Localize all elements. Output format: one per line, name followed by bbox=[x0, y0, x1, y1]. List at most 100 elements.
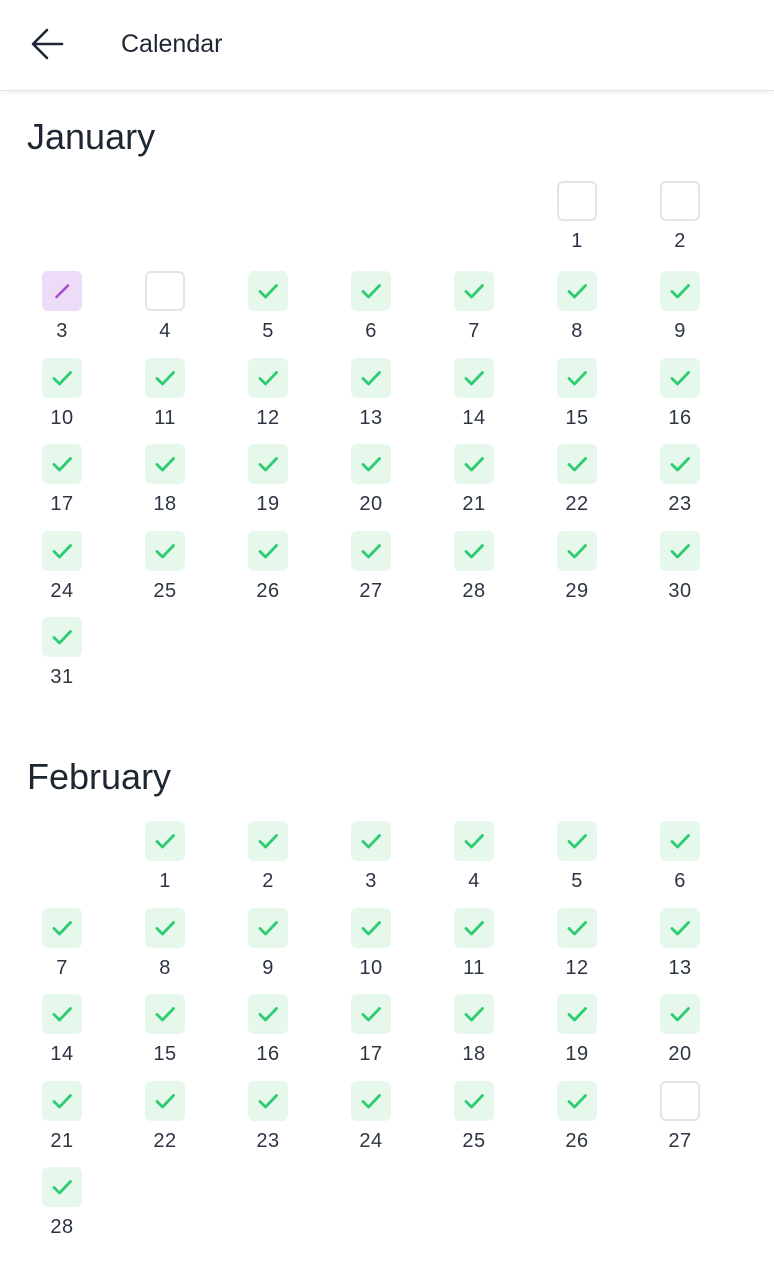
day-cell[interactable]: 30 bbox=[640, 531, 720, 603]
day-cell[interactable]: 4 bbox=[125, 271, 205, 343]
day-cell[interactable]: 15 bbox=[537, 358, 617, 430]
day-status-done[interactable] bbox=[557, 908, 597, 948]
day-cell[interactable]: 4 bbox=[434, 821, 514, 893]
day-cell[interactable]: 11 bbox=[434, 908, 514, 980]
day-status-done[interactable] bbox=[454, 908, 494, 948]
day-status-done[interactable] bbox=[248, 994, 288, 1034]
day-cell[interactable]: 17 bbox=[331, 994, 411, 1066]
day-cell[interactable]: 5 bbox=[228, 271, 308, 343]
day-status-empty[interactable] bbox=[557, 181, 597, 221]
day-cell[interactable]: 22 bbox=[125, 1081, 205, 1153]
day-status-done[interactable] bbox=[42, 994, 82, 1034]
day-status-done[interactable] bbox=[351, 271, 391, 311]
day-cell[interactable]: 7 bbox=[22, 908, 102, 980]
day-cell[interactable]: 7 bbox=[434, 271, 514, 343]
day-cell[interactable]: 16 bbox=[640, 358, 720, 430]
day-status-done[interactable] bbox=[351, 908, 391, 948]
day-cell[interactable]: 11 bbox=[125, 358, 205, 430]
day-cell[interactable]: 6 bbox=[640, 821, 720, 893]
day-status-done[interactable] bbox=[660, 271, 700, 311]
day-cell[interactable]: 22 bbox=[537, 444, 617, 516]
day-cell[interactable]: 1 bbox=[125, 821, 205, 893]
day-cell[interactable]: 9 bbox=[228, 908, 308, 980]
day-status-done[interactable] bbox=[248, 531, 288, 571]
day-cell[interactable]: 27 bbox=[640, 1081, 720, 1153]
day-cell[interactable]: 29 bbox=[537, 531, 617, 603]
day-cell[interactable]: 2 bbox=[228, 821, 308, 893]
back-button[interactable] bbox=[28, 26, 68, 62]
day-status-done[interactable] bbox=[248, 821, 288, 861]
day-status-done[interactable] bbox=[42, 908, 82, 948]
day-status-done[interactable] bbox=[351, 444, 391, 484]
day-status-done[interactable] bbox=[454, 444, 494, 484]
day-status-empty[interactable] bbox=[145, 271, 185, 311]
day-status-done[interactable] bbox=[145, 531, 185, 571]
day-status-done[interactable] bbox=[660, 821, 700, 861]
day-status-done[interactable] bbox=[248, 1081, 288, 1121]
day-status-done[interactable] bbox=[557, 1081, 597, 1121]
day-cell[interactable]: 26 bbox=[228, 531, 308, 603]
day-cell[interactable]: 26 bbox=[537, 1081, 617, 1153]
day-status-done[interactable] bbox=[351, 821, 391, 861]
day-status-done[interactable] bbox=[660, 531, 700, 571]
day-cell[interactable]: 13 bbox=[640, 908, 720, 980]
day-cell[interactable]: 14 bbox=[22, 994, 102, 1066]
day-cell[interactable]: 27 bbox=[331, 531, 411, 603]
day-cell[interactable]: 8 bbox=[125, 908, 205, 980]
day-status-done[interactable] bbox=[145, 821, 185, 861]
day-status-done[interactable] bbox=[248, 271, 288, 311]
day-status-done[interactable] bbox=[557, 994, 597, 1034]
day-status-done[interactable] bbox=[351, 994, 391, 1034]
day-cell[interactable]: 15 bbox=[125, 994, 205, 1066]
day-status-done[interactable] bbox=[42, 358, 82, 398]
day-cell[interactable]: 20 bbox=[331, 444, 411, 516]
day-status-done[interactable] bbox=[454, 994, 494, 1034]
day-cell[interactable]: 3 bbox=[331, 821, 411, 893]
day-cell[interactable]: 5 bbox=[537, 821, 617, 893]
day-cell[interactable]: 20 bbox=[640, 994, 720, 1066]
day-status-done[interactable] bbox=[660, 994, 700, 1034]
day-cell[interactable]: 24 bbox=[22, 531, 102, 603]
day-cell[interactable]: 21 bbox=[22, 1081, 102, 1153]
day-status-done[interactable] bbox=[248, 358, 288, 398]
day-cell[interactable]: 8 bbox=[537, 271, 617, 343]
day-cell[interactable]: 1 bbox=[537, 181, 617, 253]
day-cell[interactable]: 25 bbox=[434, 1081, 514, 1153]
day-cell[interactable]: 2 bbox=[640, 181, 720, 253]
day-status-done[interactable] bbox=[145, 358, 185, 398]
day-cell[interactable]: 28 bbox=[22, 1167, 102, 1239]
day-cell[interactable]: 24 bbox=[331, 1081, 411, 1153]
day-status-done[interactable] bbox=[42, 617, 82, 657]
day-cell[interactable]: 12 bbox=[228, 358, 308, 430]
day-status-done[interactable] bbox=[557, 444, 597, 484]
day-cell[interactable]: 3 bbox=[22, 271, 102, 343]
day-cell[interactable]: 18 bbox=[125, 444, 205, 516]
day-status-done[interactable] bbox=[351, 1081, 391, 1121]
day-status-done[interactable] bbox=[351, 531, 391, 571]
day-cell[interactable]: 16 bbox=[228, 994, 308, 1066]
day-status-done[interactable] bbox=[351, 358, 391, 398]
day-status-done[interactable] bbox=[454, 358, 494, 398]
day-cell[interactable]: 31 bbox=[22, 617, 102, 689]
day-status-done[interactable] bbox=[660, 358, 700, 398]
day-cell[interactable]: 6 bbox=[331, 271, 411, 343]
day-cell[interactable]: 19 bbox=[228, 444, 308, 516]
day-cell[interactable]: 19 bbox=[537, 994, 617, 1066]
day-status-done[interactable] bbox=[454, 271, 494, 311]
day-status-done[interactable] bbox=[557, 531, 597, 571]
day-cell[interactable]: 23 bbox=[640, 444, 720, 516]
day-cell[interactable]: 13 bbox=[331, 358, 411, 430]
day-cell[interactable]: 10 bbox=[331, 908, 411, 980]
day-status-done[interactable] bbox=[42, 1081, 82, 1121]
day-status-done[interactable] bbox=[454, 531, 494, 571]
day-cell[interactable]: 25 bbox=[125, 531, 205, 603]
day-cell[interactable]: 28 bbox=[434, 531, 514, 603]
day-cell[interactable]: 17 bbox=[22, 444, 102, 516]
day-status-done[interactable] bbox=[42, 531, 82, 571]
day-cell[interactable]: 10 bbox=[22, 358, 102, 430]
day-status-done[interactable] bbox=[145, 908, 185, 948]
day-status-done[interactable] bbox=[660, 444, 700, 484]
day-status-done[interactable] bbox=[248, 908, 288, 948]
day-cell[interactable]: 9 bbox=[640, 271, 720, 343]
day-status-in-progress[interactable] bbox=[42, 271, 82, 311]
